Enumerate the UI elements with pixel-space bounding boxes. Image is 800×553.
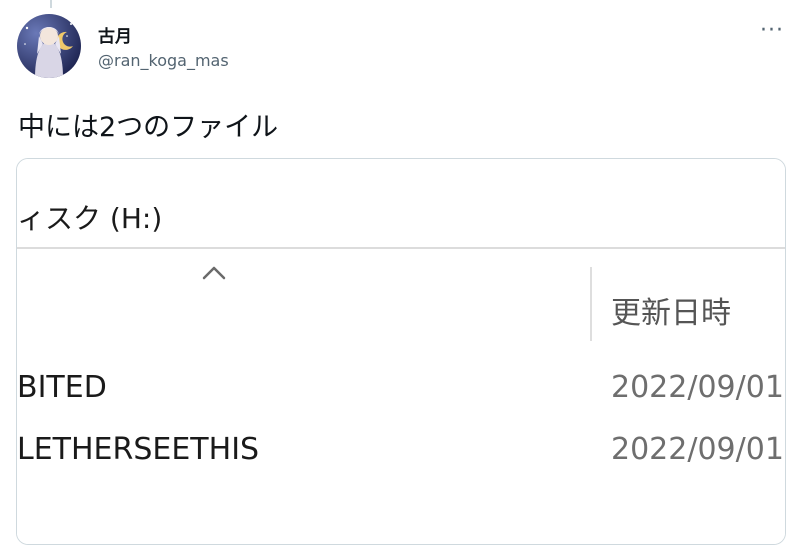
explorer-screenshot: ィスク (H:) 更新日時 BITED 2022/09/01 LETHERSEE…	[17, 159, 785, 544]
file-date: 2022/09/01	[611, 370, 784, 405]
media-card[interactable]: ィスク (H:) 更新日時 BITED 2022/09/01 LETHERSEE…	[16, 158, 786, 545]
thread-line	[50, 0, 52, 8]
avatar-image	[17, 14, 81, 78]
display-name[interactable]: 古月	[98, 22, 132, 47]
file-name: BITED	[17, 370, 107, 405]
header-divider	[17, 247, 785, 249]
user-handle[interactable]: @ran_koga_mas	[98, 51, 229, 70]
column-separator	[590, 267, 592, 341]
drive-title: ィスク (H:)	[17, 202, 163, 235]
avatar[interactable]	[17, 14, 81, 78]
file-name: LETHERSEETHIS	[17, 432, 260, 467]
column-header-date: 更新日時	[611, 296, 731, 331]
chevron-up-icon	[202, 266, 226, 280]
more-options-button[interactable]: ···	[752, 16, 792, 46]
tweet-text: 中には2つのファイル	[18, 112, 279, 143]
file-date: 2022/09/01	[611, 432, 784, 467]
